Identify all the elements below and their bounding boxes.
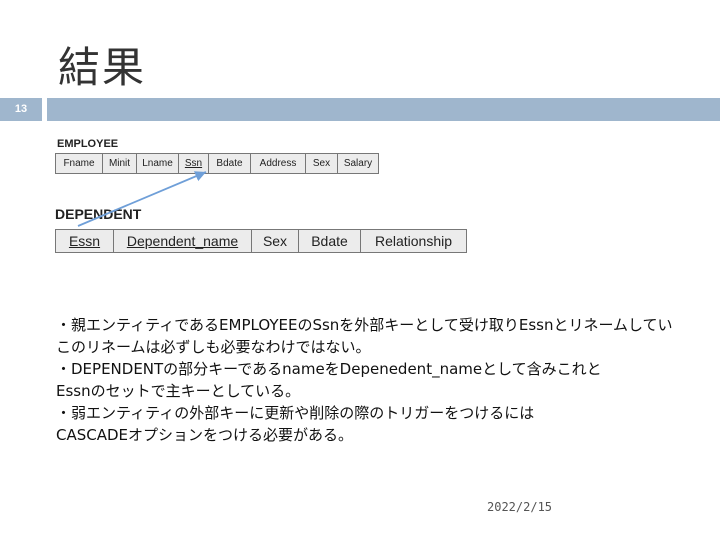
explanation-text: ・親エンティティであるEMPLOYEEのSsnを外部キーとして受け取りEssnと… [56, 314, 720, 446]
employee-attr-ssn: Ssn [179, 154, 209, 173]
explanation-line: Essnのセットで主キーとしている。 [56, 382, 301, 400]
slide-number: 13 [0, 98, 42, 121]
dependent-schema-row: Essn Dependent_name Sex Bdate Relationsh… [55, 229, 467, 253]
employee-attr-fname: Fname [56, 154, 103, 173]
dependent-relation-name: DEPENDENT [55, 206, 142, 222]
employee-attr-bdate: Bdate [209, 154, 251, 173]
employee-attr-salary: Salary [343, 158, 373, 169]
employee-attr-sex: Sex [306, 154, 338, 173]
dependent-attr-bdate: Bdate [299, 230, 361, 252]
dependent-attr-essn: Essn [56, 230, 114, 252]
employee-schema-row: Fname Minit Lname Ssn Bdate Address Sex … [55, 153, 379, 174]
dependent-attr-relationship: Relationship [374, 233, 453, 249]
slide-date: 2022/2/15 [487, 500, 553, 514]
explanation-line: ・弱エンティティの外部キーに更新や削除の際のトリガーをつけるには [56, 404, 535, 422]
explanation-line: このリネームは必ずしも必要なわけではない。 [56, 338, 371, 356]
explanation-line: ・親エンティティであるEMPLOYEEのSsnを外部キーとして受け取りEssnと… [56, 316, 673, 334]
explanation-line: CASCADEオプションをつける必要がある。 [56, 426, 354, 444]
employee-attr-minit: Minit [103, 154, 137, 173]
employee-attr-address: Address [251, 154, 306, 173]
explanation-line: ・DEPENDENTの部分キーであるnameをDepenedent_nameとし… [56, 360, 602, 378]
employee-relation-name: EMPLOYEE [57, 138, 119, 150]
dependent-attr-dependent-name: Dependent_name [114, 230, 252, 252]
slide-title: 結果 [58, 43, 147, 92]
dependent-attr-sex: Sex [252, 230, 299, 252]
title-divider-bar [47, 98, 720, 121]
employee-attr-lname: Lname [137, 154, 179, 173]
